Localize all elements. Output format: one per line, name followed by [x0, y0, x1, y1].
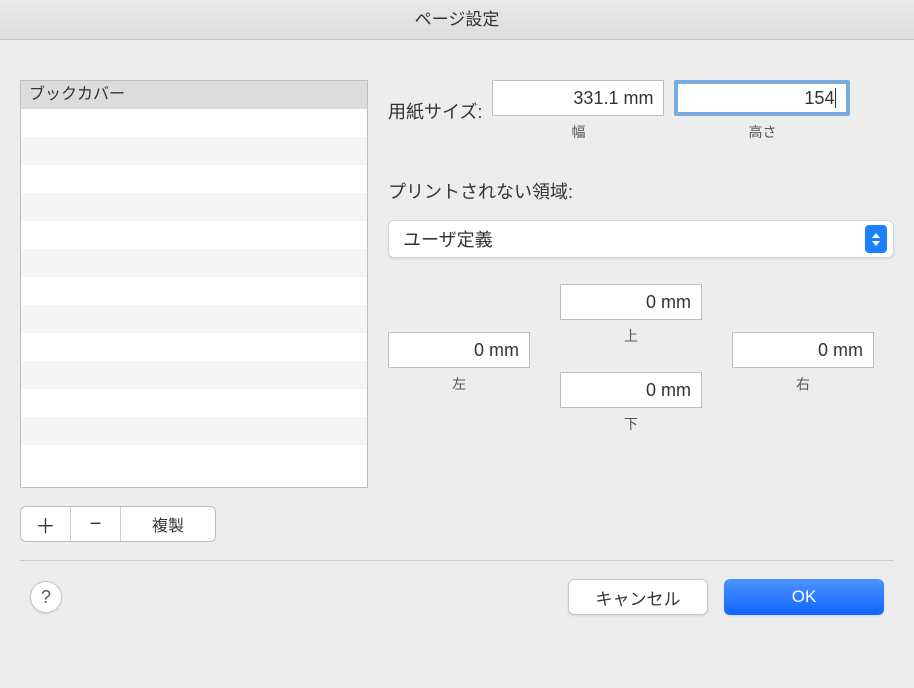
text-cursor	[835, 88, 836, 108]
list-item[interactable]	[21, 389, 367, 417]
ok-button[interactable]: OK	[724, 579, 884, 615]
width-sublabel: 幅	[492, 122, 664, 142]
right-panel: 用紙サイズ: 331.1 mm 幅 154 高さ プリントされない領域: ユーザ…	[388, 80, 894, 542]
list-item[interactable]	[21, 333, 367, 361]
height-sublabel: 高さ	[674, 122, 850, 142]
list-item[interactable]	[21, 277, 367, 305]
list-item[interactable]	[21, 417, 367, 445]
paper-size-label: 用紙サイズ:	[388, 98, 482, 124]
list-item[interactable]: ブックカバー	[21, 81, 367, 109]
footer-separator	[20, 560, 894, 561]
help-button[interactable]: ?	[30, 581, 62, 613]
question-icon: ?	[41, 587, 51, 608]
margin-top-label: 上	[560, 326, 702, 346]
width-input[interactable]: 331.1 mm	[492, 80, 664, 116]
margin-right-input[interactable]: 0 mm	[732, 332, 874, 368]
preset-toolbar: ＋ − 複製	[20, 506, 216, 542]
content-area: ブックカバー ＋ − 複製 用紙サイズ:	[0, 40, 914, 542]
window-title: ページ設定	[0, 0, 914, 40]
minus-icon: −	[90, 513, 102, 536]
height-value-text: 154	[804, 88, 834, 109]
list-item[interactable]	[21, 249, 367, 277]
list-item[interactable]	[21, 305, 367, 333]
non-print-preset-select[interactable]: ユーザ定義	[388, 220, 894, 258]
remove-button[interactable]: −	[71, 507, 121, 541]
list-item[interactable]	[21, 109, 367, 137]
add-button[interactable]: ＋	[21, 507, 71, 541]
margin-left-input[interactable]: 0 mm	[388, 332, 530, 368]
cancel-button[interactable]: キャンセル	[568, 579, 708, 615]
list-item[interactable]	[21, 137, 367, 165]
list-item[interactable]	[21, 221, 367, 249]
list-item[interactable]	[21, 165, 367, 193]
margin-right-label: 右	[732, 374, 874, 394]
list-item[interactable]	[21, 445, 367, 473]
list-item[interactable]	[21, 193, 367, 221]
plus-icon: ＋	[36, 510, 56, 539]
footer: ? キャンセル OK	[0, 579, 914, 635]
select-value: ユーザ定義	[403, 226, 493, 252]
chevron-up-down-icon	[865, 225, 887, 253]
margin-left-label: 左	[388, 374, 530, 394]
margin-bottom-label: 下	[560, 414, 702, 434]
margins-group: 0 mm 上 0 mm 左 0 mm 右 0 mm 下	[388, 284, 894, 484]
margin-top-input[interactable]: 0 mm	[560, 284, 702, 320]
duplicate-button[interactable]: 複製	[121, 507, 215, 541]
list-item[interactable]	[21, 361, 367, 389]
height-input[interactable]: 154	[674, 80, 850, 116]
left-panel: ブックカバー ＋ − 複製	[20, 80, 368, 542]
non-print-label: プリントされない領域:	[388, 178, 894, 204]
preset-listbox[interactable]: ブックカバー	[20, 80, 368, 488]
margin-bottom-input[interactable]: 0 mm	[560, 372, 702, 408]
